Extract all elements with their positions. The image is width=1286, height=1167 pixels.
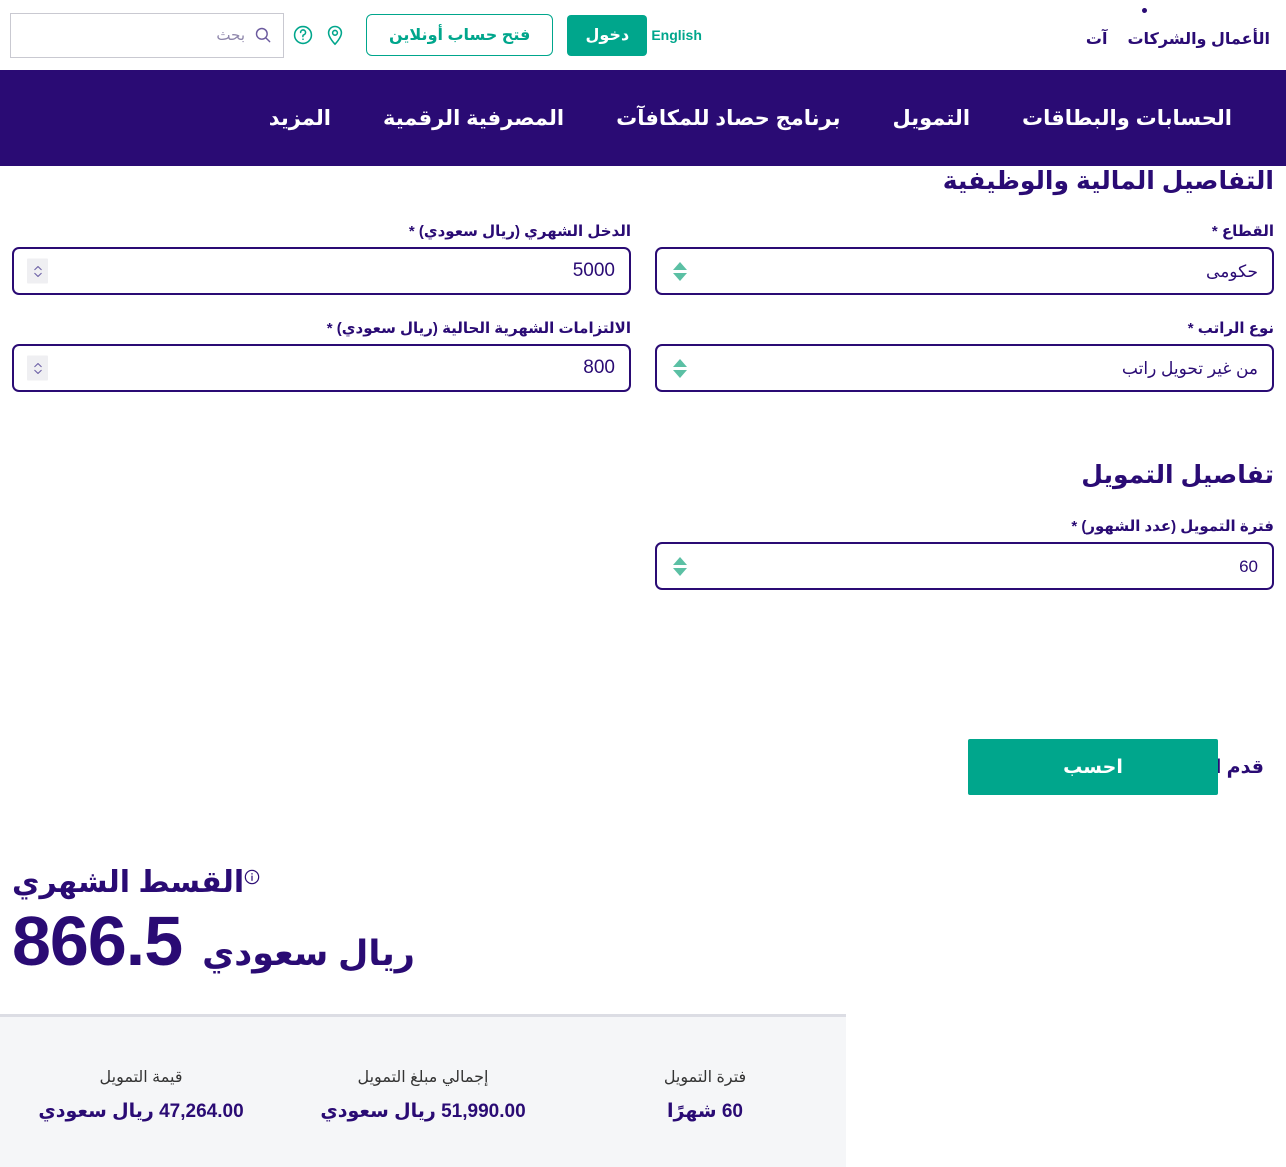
search-icon: [253, 25, 273, 45]
corporate-links: الأعمال والشركات آت: [1086, 29, 1286, 49]
financing-section-title: تفاصيل التمويل: [1081, 461, 1274, 489]
salary-type-select-control[interactable]: من غير تحويل راتب: [655, 344, 1274, 392]
tenure-select-control[interactable]: 60: [655, 542, 1274, 590]
apply-now-button[interactable]: قدم الآن: [1218, 756, 1286, 779]
number-stepper-current-obligations[interactable]: [27, 355, 48, 381]
summary-cell-tenure: فترة التمويل 60 شهرًا: [564, 1067, 846, 1123]
calculator-content: التفاصيل المالية والوظيفية القطاع * حكوم…: [0, 166, 1286, 590]
current-obligations-input[interactable]: [14, 346, 629, 390]
summary-label: قيمة التمويل: [99, 1069, 183, 1086]
corp-link-clipped[interactable]: آت: [1086, 29, 1112, 49]
nav-item-digital-banking[interactable]: المصرفية الرقمية: [357, 106, 590, 131]
current-obligations-control[interactable]: [12, 344, 631, 392]
sector-label: القطاع *: [1211, 223, 1274, 240]
tenure-label: فترة التمويل (عدد الشهور) *: [1071, 518, 1274, 535]
info-circle-icon[interactable]: [244, 869, 260, 885]
nav-item-financing[interactable]: التمويل: [866, 106, 996, 131]
summary-value: 60 شهرًا: [667, 1101, 743, 1122]
current-obligations-label: الالتزامات الشهرية الحالية (ريال سعودي) …: [326, 320, 631, 337]
search-input[interactable]: [21, 26, 253, 44]
monthly-installment-result: القسط الشهري ريال سعودي 866.5: [0, 868, 1286, 977]
result-currency: ريال سعودي: [202, 934, 415, 973]
result-amount-row: ريال سعودي 866.5: [0, 906, 1286, 976]
language-switch-button[interactable]: English: [647, 27, 708, 43]
summary-cell-total-amount: إجمالي مبلغ التمويل 51,990.00 ريال سعودي: [282, 1067, 564, 1123]
field-current-obligations: الالتزامات الشهرية الحالية (ريال سعودي) …: [0, 319, 643, 392]
monthly-income-label: الدخل الشهري (ريال سعودي) *: [408, 223, 631, 240]
field-monthly-income: الدخل الشهري (ريال سعودي) *: [0, 222, 643, 295]
main-navigation: الحسابات والبطاقات التمويل برنامج حصاد ل…: [0, 70, 1286, 166]
nav-item-more[interactable]: المزيد: [243, 106, 357, 131]
monthly-income-control[interactable]: [12, 247, 631, 295]
financing-summary-panel: فترة التمويل 60 شهرًا إجمالي مبلغ التموي…: [0, 1014, 846, 1167]
monthly-income-input[interactable]: [14, 249, 629, 293]
utility-actions-group: English دخول فتح حساب أونلاين: [0, 0, 708, 70]
question-circle-icon[interactable]: [290, 22, 316, 48]
financial-form-grid: القطاع * حكومى الدخل الشهري (ريال سعودي)…: [0, 222, 1286, 392]
sector-select[interactable]: حكومى: [657, 249, 1272, 293]
number-stepper-monthly-income[interactable]: [27, 258, 48, 284]
financial-section-title: التفاصيل المالية والوظيفية: [942, 167, 1274, 195]
result-title-row: القسط الشهري: [0, 868, 1286, 898]
login-button[interactable]: دخول: [567, 14, 648, 56]
result-amount: 866.5: [12, 902, 183, 980]
field-tenure: فترة التمويل (عدد الشهور) * 60: [643, 517, 1286, 590]
corp-link-business[interactable]: الأعمال والشركات: [1111, 29, 1286, 49]
summary-value: 51,990.00 ريال سعودي: [320, 1101, 526, 1122]
top-utility-bar: الأعمال والشركات آت English دخول فتح حسا…: [0, 0, 1286, 70]
summary-cell-financing-value: قيمة التمويل 47,264.00 ريال سعودي: [0, 1067, 282, 1123]
nav-item-accounts-cards[interactable]: الحسابات والبطاقات: [996, 106, 1258, 131]
salary-type-select[interactable]: من غير تحويل راتب: [657, 346, 1272, 390]
summary-value: 47,264.00 ريال سعودي: [38, 1101, 244, 1122]
field-salary-type: نوع الراتب * من غير تحويل راتب: [643, 319, 1286, 392]
search-box[interactable]: [10, 12, 284, 58]
tenure-select[interactable]: 60: [657, 544, 1272, 588]
field-sector: القطاع * حكومى: [643, 222, 1286, 295]
action-buttons-row: احسب قدم الآن: [0, 739, 1286, 795]
dot-marker-icon: [1142, 8, 1147, 13]
result-title: القسط الشهري: [12, 866, 245, 899]
calculate-button[interactable]: احسب: [968, 739, 1218, 795]
open-account-button[interactable]: فتح حساب أونلاين: [366, 14, 554, 56]
corporate-links-group: الأعمال والشركات آت: [1086, 0, 1286, 70]
summary-label: إجمالي مبلغ التمويل: [357, 1069, 489, 1086]
nav-item-hassad-rewards[interactable]: برنامج حصاد للمكافآت: [590, 106, 866, 131]
location-pin-icon[interactable]: [322, 22, 348, 48]
salary-type-label: نوع الراتب *: [1187, 320, 1274, 337]
financing-form-grid: فترة التمويل (عدد الشهور) * 60: [0, 517, 1286, 590]
sector-select-control[interactable]: حكومى: [655, 247, 1274, 295]
summary-label: فترة التمويل: [663, 1069, 747, 1086]
